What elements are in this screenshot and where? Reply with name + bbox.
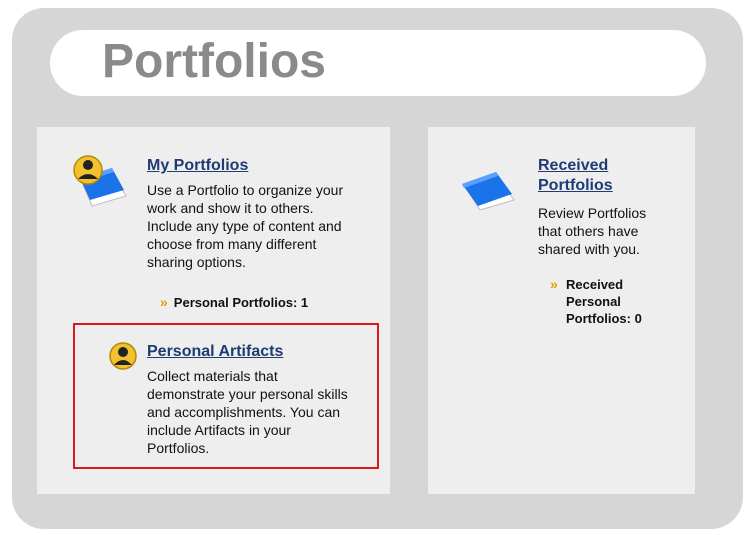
- received-portfolios-desc-line: shared with you.: [538, 241, 640, 257]
- my-portfolios-desc-line: choose from many different: [147, 236, 317, 252]
- received-count-line: Portfolios: 0: [566, 311, 642, 326]
- received-portfolios-desc-line: that others have: [538, 223, 639, 239]
- personal-artifacts-desc-line: include Artifacts in your: [147, 422, 291, 438]
- personal-artifacts-link[interactable]: Personal Artifacts: [147, 342, 283, 362]
- double-chevron-right-icon: »: [160, 294, 168, 310]
- user-avatar-icon[interactable]: [108, 341, 138, 371]
- received-portfolios-link-line[interactable]: Received: [538, 156, 613, 176]
- my-portfolios-desc-line: sharing options.: [147, 254, 246, 270]
- my-portfolios-desc-line: Use a Portfolio to organize your: [147, 182, 344, 198]
- personal-artifacts-desc-line: Collect materials that: [147, 368, 278, 384]
- personal-artifacts-desc-line: and accomplishments. You can: [147, 404, 341, 420]
- portfolio-folder-icon[interactable]: [458, 160, 528, 211]
- my-portfolios-desc-line: work and show it to others.: [147, 200, 314, 216]
- personal-artifacts-description: Collect materials that demonstrate your …: [147, 367, 348, 457]
- received-portfolios-link-line[interactable]: Portfolios: [538, 176, 613, 196]
- received-portfolios-link[interactable]: Received Portfolios: [538, 156, 613, 196]
- my-portfolios-desc-line: Include any type of content and: [147, 218, 342, 234]
- personal-artifacts-desc-line: demonstrate your personal skills: [147, 386, 348, 402]
- received-count-line: Personal: [566, 294, 621, 309]
- user-portfolio-icon[interactable]: [68, 152, 132, 208]
- personal-portfolios-count-label: Personal Portfolios: 1: [173, 295, 309, 310]
- double-chevron-right-icon: »: [550, 276, 558, 292]
- received-count-line: Received: [566, 277, 624, 292]
- my-portfolios-link[interactable]: My Portfolios: [147, 156, 248, 176]
- page-header: Portfolios: [50, 30, 706, 96]
- received-count-label: Received Personal Portfolios: 0: [566, 276, 642, 327]
- received-portfolios-description: Review Portfolios that others have share…: [538, 204, 646, 258]
- received-portfolios-desc-line: Review Portfolios: [538, 205, 647, 221]
- my-portfolios-description: Use a Portfolio to organize your work an…: [147, 181, 343, 271]
- page-title: Portfolios: [102, 35, 326, 88]
- received-personal-portfolios-count[interactable]: » Received Personal Portfolios: 0: [550, 276, 642, 327]
- personal-artifacts-desc-line: Portfolios.: [147, 440, 210, 456]
- personal-portfolios-count[interactable]: » Personal Portfolios: 1: [160, 294, 308, 311]
